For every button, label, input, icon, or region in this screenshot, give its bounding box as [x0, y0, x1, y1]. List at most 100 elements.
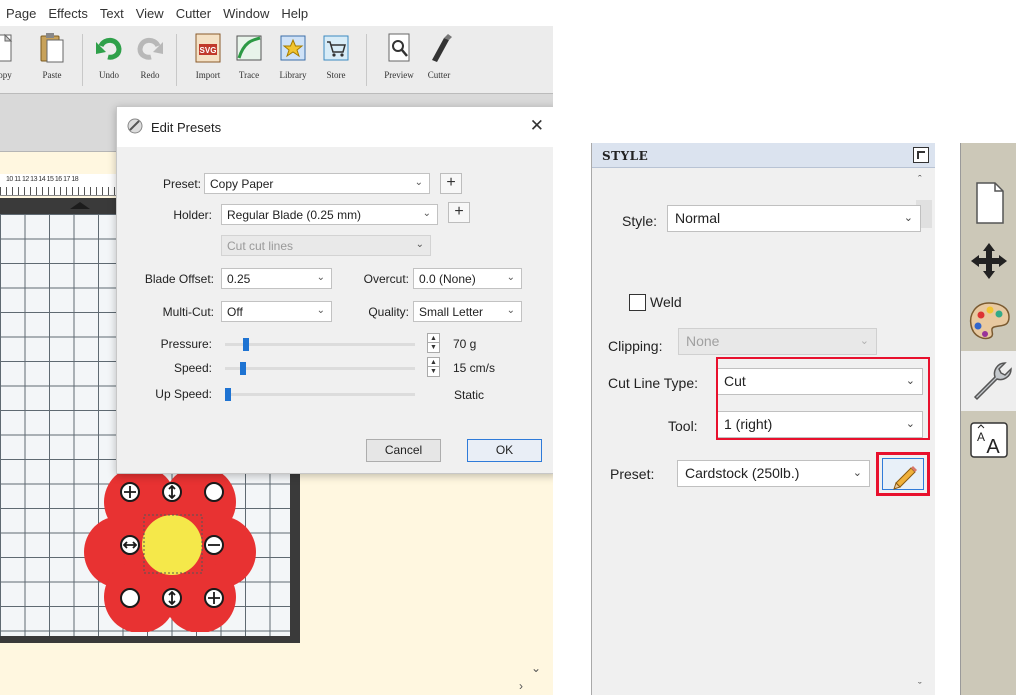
up-speed-slider-thumb[interactable]: [225, 388, 231, 401]
ok-button[interactable]: OK: [467, 439, 542, 462]
pressure-spinner[interactable]: ▲ ▼: [427, 333, 440, 353]
quality-select[interactable]: Small Letter ⌄: [413, 301, 522, 322]
pressure-slider[interactable]: [225, 338, 415, 351]
redo-icon: [135, 32, 165, 64]
page-icon: [976, 182, 1004, 224]
store-cart-icon: [321, 32, 351, 64]
multicut-select[interactable]: Off ⌄: [221, 301, 332, 322]
preview-button[interactable]: Preview: [379, 32, 419, 80]
menu-help[interactable]: Help: [281, 6, 308, 21]
speed-spinner[interactable]: ▲ ▼: [427, 357, 440, 377]
dialog-app-icon: [127, 118, 143, 137]
chevron-down-icon: ⌄: [316, 272, 325, 283]
svg-text:SVG: SVG: [200, 46, 217, 55]
up-speed-value: Static: [454, 388, 485, 402]
paste-icon: [37, 32, 67, 64]
scroll-right-arrow[interactable]: ›: [519, 679, 523, 693]
tool-label: Tool:: [668, 418, 698, 434]
tab-document[interactable]: [961, 173, 1016, 233]
add-preset-button[interactable]: +: [440, 173, 462, 194]
cut-settings-highlight: [716, 357, 930, 440]
cutter-button[interactable]: Cutter: [419, 32, 459, 80]
pressure-value: 70 g: [453, 337, 477, 351]
preset-select[interactable]: Copy Paper ⌄: [204, 173, 430, 194]
cancel-button[interactable]: Cancel: [366, 439, 441, 462]
style-panel-title: STYLE: [602, 149, 649, 163]
edit-preset-highlight: [876, 452, 930, 496]
up-speed-label: Up Speed:: [155, 387, 212, 401]
blade-offset-select[interactable]: 0.25 ⌄: [221, 268, 332, 289]
preset-label: Preset:: [610, 466, 655, 482]
trace-icon: [234, 32, 264, 64]
speed-slider-thumb[interactable]: [239, 362, 246, 375]
pressure-slider-thumb[interactable]: [243, 338, 250, 351]
text-size-icon: A A: [970, 422, 1008, 458]
svg-import-icon: SVG: [193, 32, 223, 64]
tab-cut-settings[interactable]: [961, 351, 1016, 411]
menu-window[interactable]: Window: [223, 6, 269, 21]
paste-button[interactable]: Paste: [32, 32, 72, 80]
cut-line-type-label: Cut Line Type:: [608, 375, 699, 391]
overcut-label: Overcut:: [363, 272, 409, 286]
store-button[interactable]: Store: [316, 32, 356, 80]
copy-icon: [0, 32, 17, 64]
svg-text:A: A: [977, 430, 985, 444]
speed-slider[interactable]: [225, 362, 415, 375]
add-holder-button[interactable]: +: [448, 202, 470, 223]
pressure-label: Pressure:: [160, 337, 212, 351]
chevron-down-icon: ⌄: [414, 177, 423, 188]
tab-text[interactable]: A A: [961, 411, 1016, 471]
palette-icon: [969, 302, 1010, 340]
overcut-select[interactable]: 0.0 (None) ⌄: [413, 268, 522, 289]
weld-label: Weld: [650, 294, 682, 310]
library-button[interactable]: Library: [273, 32, 313, 80]
style-panel-header: STYLE: [592, 143, 935, 168]
weld-checkbox[interactable]: [629, 294, 646, 311]
clipping-select: None ⌄: [678, 328, 877, 355]
style-select[interactable]: Normal ⌄: [667, 205, 921, 232]
menu-bar: Page Effects Text View Cutter Window Hel…: [0, 0, 553, 26]
scroll-down-icon[interactable]: ˇ: [918, 681, 922, 693]
cutter-blade-icon: [424, 32, 454, 64]
main-toolbar: Copy Paste Undo Redo SVG Import: [0, 26, 553, 94]
scroll-up-icon[interactable]: ˆ: [918, 174, 922, 186]
chevron-down-icon: ⌄: [506, 272, 515, 283]
redo-button[interactable]: Redo: [130, 32, 170, 80]
horizontal-ruler: 10 11 12 13 14 15 16 17 18: [0, 174, 118, 196]
tab-transform[interactable]: [961, 231, 1016, 291]
chevron-down-icon: ⌄: [903, 212, 913, 224]
multicut-label: Multi-Cut:: [162, 305, 214, 319]
chevron-down-icon: ⌄: [859, 335, 869, 347]
preset-select[interactable]: Cardstock (250lb.) ⌄: [677, 460, 870, 487]
import-button[interactable]: SVG Import: [188, 32, 228, 80]
scroll-down-arrow[interactable]: ⌄: [531, 661, 541, 675]
menu-page[interactable]: Page: [6, 6, 36, 21]
edit-presets-dialog: Edit Presets ✕ Preset: Copy Paper ⌄ + Hol…: [116, 106, 553, 474]
menu-view[interactable]: View: [136, 6, 164, 21]
blade-offset-label: Blade Offset:: [144, 272, 214, 286]
move-arrows-icon: [971, 243, 1007, 279]
up-speed-slider[interactable]: [225, 388, 415, 401]
undo-button[interactable]: Undo: [89, 32, 129, 80]
chevron-down-icon: ⌄: [415, 239, 424, 250]
app-window: Page Effects Text View Cutter Window Hel…: [0, 0, 553, 695]
flower-shape[interactable]: [80, 462, 260, 632]
copy-button[interactable]: Copy: [0, 32, 22, 80]
menu-text[interactable]: Text: [100, 6, 124, 21]
holder-select[interactable]: Regular Blade (0.25 mm) ⌄: [221, 204, 438, 225]
cut-mode-select: Cut cut lines ⌄: [221, 235, 431, 256]
quality-label: Quality:: [368, 305, 409, 319]
tab-fill[interactable]: [961, 291, 1016, 351]
chevron-down-icon: ⌄: [852, 467, 862, 479]
menu-effects[interactable]: Effects: [48, 6, 88, 21]
close-icon[interactable]: ✕: [530, 116, 544, 136]
undock-panel-icon[interactable]: [913, 147, 929, 163]
style-label: Style:: [622, 213, 658, 229]
trace-button[interactable]: Trace: [229, 32, 269, 80]
library-icon: [278, 32, 308, 64]
menu-cutter[interactable]: Cutter: [176, 6, 211, 21]
holder-label: Holder:: [173, 208, 212, 222]
clipping-label: Clipping:: [608, 338, 663, 354]
style-panel: STYLE ˆ ˇ Style: Normal ⌄ Weld Clipping: …: [591, 143, 935, 695]
panel-side-tabs: A A: [960, 143, 1016, 695]
